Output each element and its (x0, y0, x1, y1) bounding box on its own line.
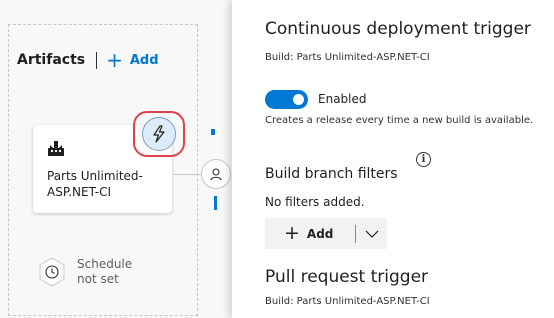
trigger-properties-panel: Continuous deployment trigger Build: Par… (232, 0, 554, 318)
schedule-label-line2: not set (77, 272, 119, 286)
cd-trigger-description: Creates a release every time a new build… (265, 115, 534, 126)
stage-indicator (214, 196, 217, 210)
no-filters-text: No filters added. (265, 195, 365, 209)
schedule-label: Schedule not set (77, 257, 132, 287)
cd-trigger-title: Continuous deployment trigger (265, 19, 531, 39)
add-branch-filter-split-button: + Add (265, 218, 387, 249)
add-artifact-button[interactable]: + Add (106, 50, 158, 70)
pipeline-canvas: Artifacts + Add Parts Unlimited-ASP.NET-… (0, 0, 232, 318)
clock-icon (39, 257, 65, 287)
artifact-name: Parts Unlimited-ASP.NET-CI (47, 169, 143, 199)
add-filter-dropdown-button[interactable] (356, 218, 387, 249)
pr-trigger-title: Pull request trigger (265, 267, 429, 287)
pre-deployment-conditions-button[interactable] (201, 159, 231, 189)
stage-indicator (211, 129, 215, 135)
plus-icon: + (106, 48, 123, 72)
add-artifact-label: Add (129, 52, 159, 68)
artifacts-title: Artifacts (17, 52, 86, 68)
connector-line (174, 174, 204, 175)
pr-trigger-subtitle: Build: Parts Unlimited-ASP.NET-CI (265, 296, 430, 307)
continuous-deployment-trigger-button[interactable] (142, 117, 176, 151)
toggle-knob (293, 94, 304, 105)
schedule-trigger-button[interactable]: Schedule not set (36, 256, 132, 288)
branch-filters-title: Build branch filters (265, 166, 398, 182)
cd-trigger-subtitle: Build: Parts Unlimited-ASP.NET-CI (265, 52, 430, 63)
chevron-down-icon (365, 230, 378, 238)
build-pipeline-icon (48, 141, 64, 156)
add-branch-filter-button[interactable]: + Add (265, 218, 355, 249)
add-branch-filter-label: Add (306, 226, 334, 241)
cd-trigger-toggle[interactable] (265, 90, 308, 109)
schedule-label-line1: Schedule (77, 257, 133, 271)
toggle-label: Enabled (318, 92, 367, 106)
lightning-trigger-icon (153, 125, 165, 143)
header-divider (96, 51, 98, 69)
plus-icon: + (284, 222, 300, 244)
person-icon (210, 168, 222, 181)
info-icon[interactable]: i (416, 152, 431, 167)
artifacts-header: Artifacts + Add (17, 50, 159, 70)
